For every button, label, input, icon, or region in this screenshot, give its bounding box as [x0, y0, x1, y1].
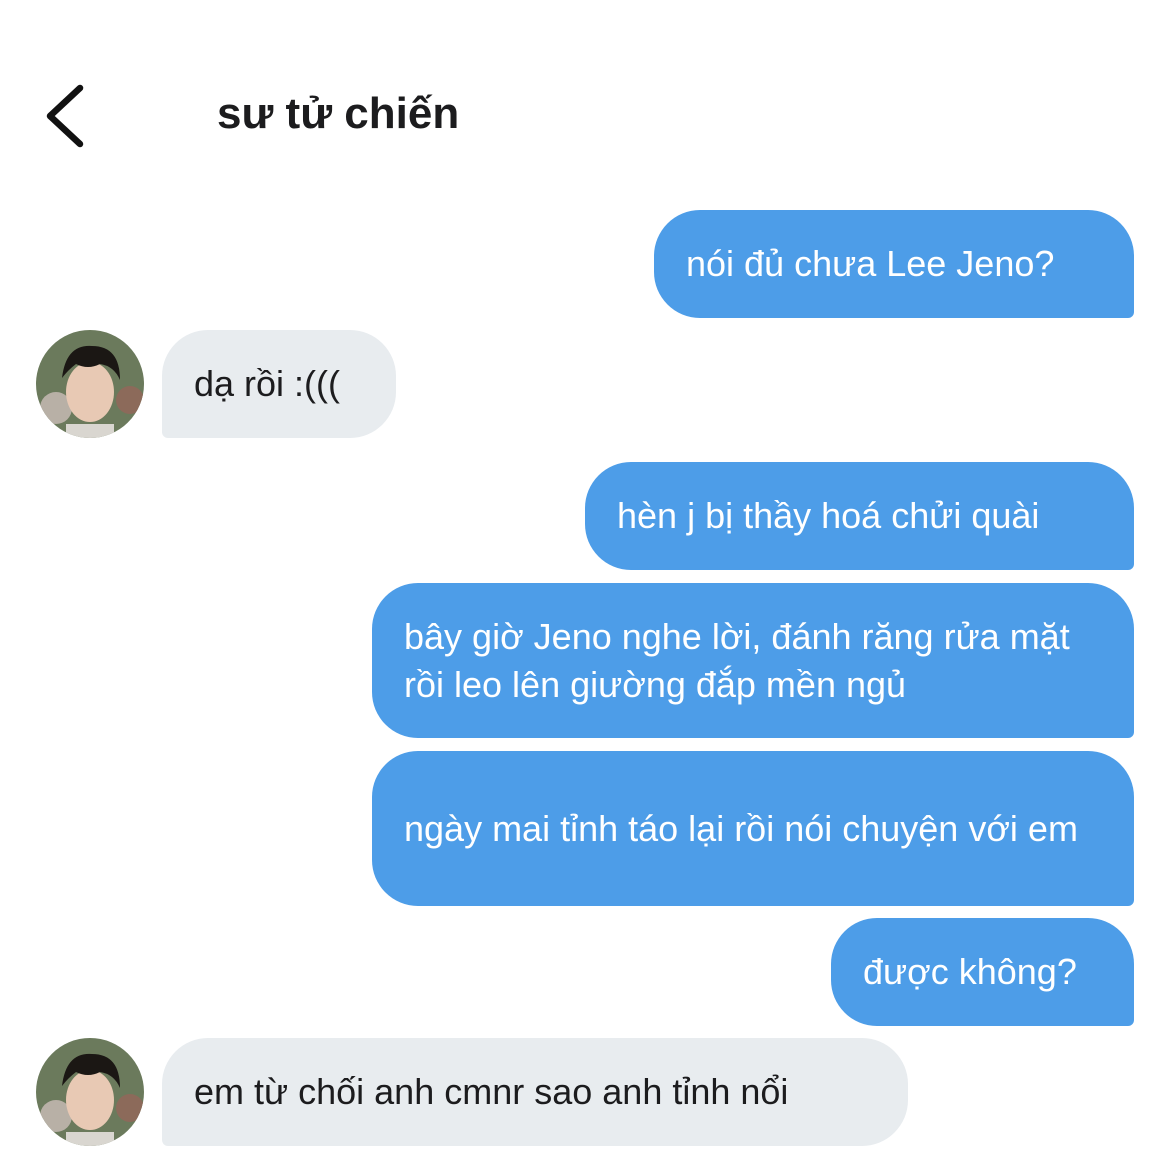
incoming-message[interactable]: dạ rồi :(((	[162, 330, 396, 438]
outgoing-message[interactable]: hèn j bị thầy hoá chửi quài	[585, 462, 1134, 570]
outgoing-message[interactable]: bây giờ Jeno nghe lời, đánh răng rửa mặt…	[372, 583, 1134, 738]
chat-title: sư tử chiến	[217, 89, 460, 138]
message-text: dạ rồi :(((	[194, 363, 341, 404]
message-text: nói đủ chưa Lee Jeno?	[686, 243, 1055, 284]
outgoing-message[interactable]: được không?	[831, 918, 1134, 1026]
outgoing-message[interactable]: ngày mai tỉnh táo lại rồi nói chuyện với…	[372, 751, 1134, 906]
chevron-left-icon	[46, 84, 84, 148]
contact-avatar[interactable]	[36, 1038, 144, 1146]
outgoing-message[interactable]: nói đủ chưa Lee Jeno?	[654, 210, 1134, 318]
contact-avatar[interactable]	[36, 330, 144, 438]
message-text: bây giờ Jeno nghe lời, đánh răng rửa mặt…	[404, 615, 1070, 705]
message-text: hèn j bị thầy hoá chửi quài	[617, 495, 1040, 536]
avatar-photo	[36, 1038, 144, 1146]
avatar-photo	[36, 330, 144, 438]
message-text: ngày mai tỉnh táo lại rồi nói chuyện với…	[404, 807, 1078, 849]
chat-screen: sư tử chiến nói đủ chưa Lee Jeno? dạ rồi…	[0, 0, 1169, 1162]
back-button[interactable]	[30, 78, 100, 154]
incoming-message[interactable]: em từ chối anh cmnr sao anh tỉnh nổi	[162, 1038, 908, 1146]
message-text: được không?	[863, 951, 1077, 992]
message-text: em từ chối anh cmnr sao anh tỉnh nổi	[194, 1071, 789, 1112]
chat-header: sư tử chiến	[0, 0, 1169, 180]
